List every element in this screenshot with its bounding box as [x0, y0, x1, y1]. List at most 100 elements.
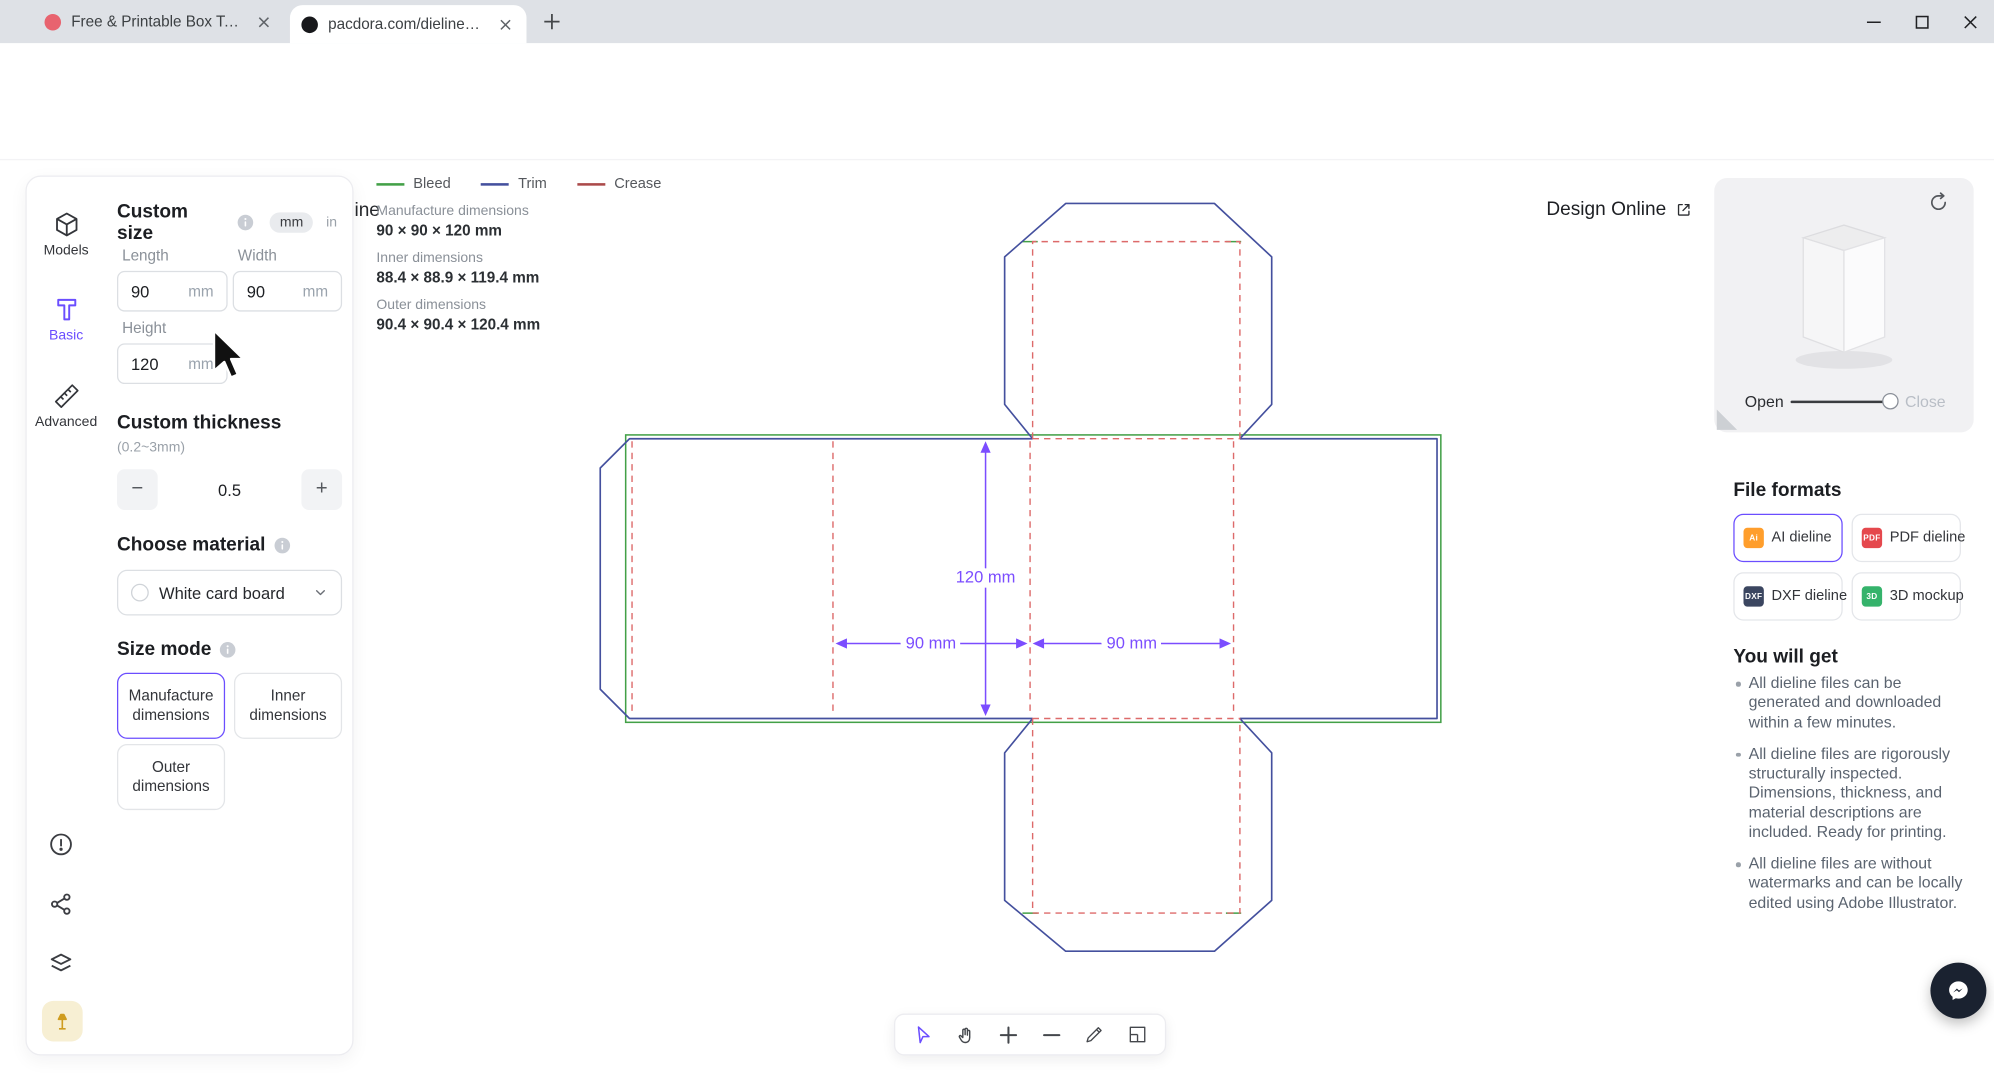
pdf-file-icon: PDF: [1862, 528, 1882, 548]
length-field[interactable]: mm: [117, 271, 228, 312]
height-unit: mm: [188, 355, 213, 373]
ai-dieline-label: AI dieline: [1771, 530, 1831, 545]
width-label: Width: [238, 247, 277, 265]
zoom-in-icon[interactable]: [993, 1019, 1024, 1050]
new-tab-button[interactable]: [539, 9, 564, 34]
bleed-swatch: [376, 183, 404, 186]
size-mode-inner[interactable]: Inner dimensions: [234, 673, 342, 739]
select-tool-icon[interactable]: [908, 1019, 939, 1050]
pan-hand-tool-icon[interactable]: [950, 1019, 981, 1050]
format-3d-mockup[interactable]: 3D 3D mockup: [1852, 572, 1961, 620]
tab1-close-icon[interactable]: [253, 11, 273, 31]
window-close-button[interactable]: [1946, 0, 1994, 43]
design-online-label: Design Online: [1546, 198, 1666, 220]
browser-tabstrip: Free & Printable Box Templat pacdora.com…: [0, 0, 1994, 43]
tab2-close-icon[interactable]: [495, 14, 515, 34]
length-label: Length: [122, 247, 169, 265]
browser-tab-1[interactable]: Free & Printable Box Templat: [33, 0, 285, 43]
file-formats-title: File formats: [1733, 479, 1841, 501]
dimension-tool-icon[interactable]: [1122, 1019, 1153, 1050]
inner-dimensions-value: 88.4 × 88.9 × 119.4 mm: [376, 268, 605, 286]
custom-thickness-title: Custom thickness: [117, 412, 281, 434]
dieline-drawing[interactable]: 120 mm 90 mm 90 mm: [585, 178, 1462, 966]
browser-tab-2-active[interactable]: pacdora.com/dielines-detail: [290, 5, 527, 43]
pdf-dieline-label: PDF dieline: [1890, 530, 1966, 545]
open-close-slider[interactable]: [1791, 401, 1893, 404]
material-dropdown[interactable]: White card board: [117, 570, 342, 616]
format-pdf-dieline[interactable]: PDF PDF dieline: [1852, 514, 1961, 562]
layers-icon[interactable]: [47, 950, 78, 981]
alert-icon[interactable]: [47, 830, 78, 861]
messenger-icon: [1944, 977, 1972, 1005]
corner-fold: [1717, 409, 1737, 429]
slider-knob[interactable]: [1882, 393, 1899, 410]
browser-navbar: pacdora.com/dielines-detail/cube-box-die…: [0, 43, 1994, 86]
external-link-icon: [1675, 200, 1693, 218]
size-mode-title: Size mode: [117, 638, 211, 660]
thickness-minus-button[interactable]: −: [117, 469, 158, 510]
cube-icon: [52, 210, 81, 239]
length-input[interactable]: [131, 282, 188, 301]
dimension-info-block: Manufacture dimensions 90 × 90 × 120 mm …: [376, 203, 605, 344]
tab1-favicon: [45, 13, 62, 30]
chevron-down-icon: [313, 585, 328, 600]
benefit-item: All dieline files are without watermarks…: [1733, 855, 1964, 913]
trim-swatch: [481, 183, 509, 186]
dxf-file-icon: DXF: [1744, 586, 1764, 606]
width-input[interactable]: [247, 282, 303, 301]
unit-toggle-mm[interactable]: mm: [270, 212, 314, 232]
info-icon[interactable]: [273, 536, 291, 554]
sidebar-label-models: Models: [29, 243, 103, 258]
sidebar-item-advanced[interactable]: Advanced: [29, 382, 103, 430]
zoom-out-icon[interactable]: [1036, 1019, 1067, 1050]
sidebar-item-models[interactable]: Models: [29, 210, 103, 258]
tab2-favicon: [301, 16, 318, 33]
info-icon[interactable]: [237, 214, 255, 232]
sidebar-item-basic[interactable]: Basic: [29, 295, 103, 343]
pen-tool-icon[interactable]: [1079, 1019, 1110, 1050]
format-dxf-dieline[interactable]: DXF DXF dieline: [1733, 572, 1842, 620]
3d-box-render: [1774, 210, 1914, 375]
size-mode-header: Size mode: [117, 638, 342, 660]
benefit-item: All dieline files are rigorously structu…: [1733, 745, 1964, 842]
width-field[interactable]: mm: [233, 271, 342, 312]
app-header: Pacdora Cube box dieline Design Online D…: [0, 86, 1994, 160]
width-left-dimension-label: 90 mm: [906, 634, 956, 653]
unit-toggle-in[interactable]: in: [321, 212, 342, 232]
benefit-item: All dieline files can be generated and d…: [1733, 674, 1964, 732]
custom-size-header: Custom size mm in: [117, 201, 342, 244]
bleed-label: Bleed: [413, 177, 450, 192]
height-dimension-label: 120 mm: [956, 567, 1016, 586]
window-minimize-button[interactable]: [1849, 0, 1897, 43]
size-mode-outer[interactable]: Outer dimensions: [117, 744, 225, 810]
rotate-3d-icon[interactable]: [1928, 189, 1956, 217]
height-input[interactable]: [131, 354, 188, 373]
size-mode-manufacture[interactable]: Manufacture dimensions: [117, 673, 225, 739]
length-unit: mm: [188, 282, 213, 300]
custom-size-title: Custom size: [117, 201, 229, 244]
design-online-link[interactable]: Design Online: [1546, 198, 1693, 220]
crease-lines: [632, 242, 1240, 913]
share-icon[interactable]: [47, 890, 78, 921]
3d-mockup-label: 3D mockup: [1890, 589, 1964, 604]
chat-button[interactable]: [1930, 963, 1986, 1019]
format-ai-dieline[interactable]: Ai AI dieline: [1733, 514, 1842, 562]
you-will-get-title: You will get: [1733, 646, 1838, 668]
info-icon[interactable]: [219, 640, 237, 658]
lamp-icon[interactable]: [42, 1001, 83, 1042]
width-unit: mm: [303, 282, 328, 300]
dimension-annotations: 120 mm 90 mm 90 mm: [836, 441, 1231, 716]
legend-bleed: Bleed: [376, 177, 450, 192]
choose-material-title: Choose material: [117, 534, 265, 556]
settings-panel: Models Basic Advanced Custom size mm in …: [25, 175, 353, 1055]
canvas-toolbar: [894, 1014, 1166, 1056]
thickness-plus-button[interactable]: +: [301, 469, 342, 510]
dxf-dieline-label: DXF dieline: [1771, 589, 1847, 604]
manufacture-dimensions-label: Manufacture dimensions: [376, 203, 605, 218]
width-right-dimension-label: 90 mm: [1107, 634, 1157, 653]
window-maximize-button[interactable]: [1897, 0, 1945, 43]
manufacture-dimensions-value: 90 × 90 × 120 mm: [376, 221, 605, 239]
legend-trim: Trim: [481, 177, 547, 192]
sidebar-label-advanced: Advanced: [29, 415, 103, 430]
height-label: Height: [122, 319, 166, 337]
